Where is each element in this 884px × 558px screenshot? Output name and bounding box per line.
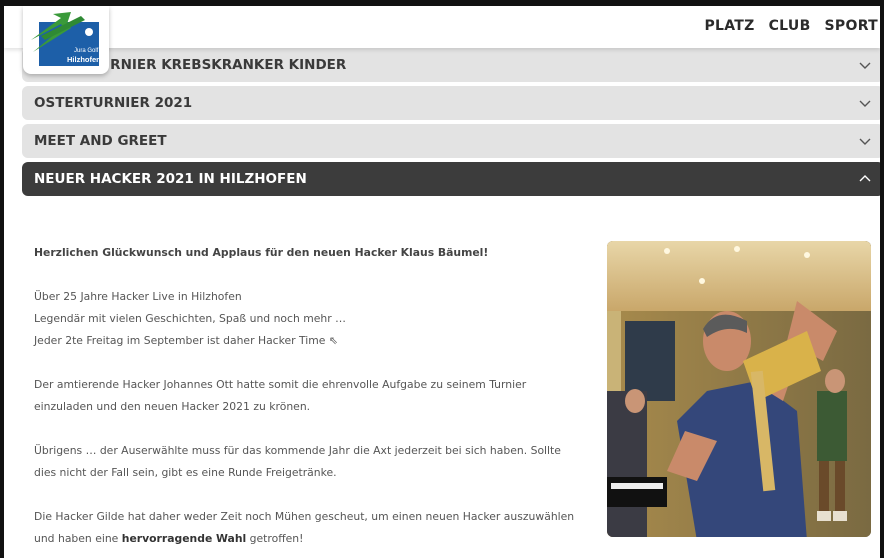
chevron-down-icon (859, 100, 871, 107)
accordion-item-turnier-krebskranker-kinder[interactable]: TURNIER KREBSKRANKER KINDER (22, 48, 880, 82)
chevron-down-icon (859, 138, 871, 145)
nav-item-sport[interactable]: SPORT (825, 18, 878, 34)
accordion-item-neuer-hacker-2021[interactable]: NEUER HACKER 2021 IN HILZHOFEN (22, 162, 880, 196)
paragraph-line: Jeder 2te Freitag im September ist daher… (34, 334, 338, 347)
intro-text: Herzlichen Glückwunsch und Applaus für d… (34, 246, 489, 259)
jura-golf-logo-icon: Jura Golf Hilzhofen (31, 12, 101, 66)
nav-item-club[interactable]: CLUB (769, 18, 811, 34)
site-header: PLATZ CLUB SPORT (4, 6, 880, 48)
accordion-item-meet-and-greet[interactable]: MEET AND GREET (22, 124, 880, 158)
highlight-text: hervorragende Wahl (121, 532, 247, 545)
paragraph-line: Über 25 Jahre Hacker Live in Hilzhofen (34, 290, 242, 303)
paragraph-line: und haben eine hervorragende Wahl getrof… (34, 532, 304, 545)
event-photo (607, 241, 871, 537)
accordion-item-osterturnier-2021[interactable]: OSTERTURNIER 2021 (22, 86, 880, 120)
paragraph-line: Die Hacker Gilde hat daher weder Zeit no… (34, 510, 575, 523)
paragraph-line: dies nicht der Fall sein, gibt es eine R… (34, 466, 337, 479)
main-nav: PLATZ CLUB SPORT (704, 18, 878, 34)
chevron-down-icon (859, 62, 871, 69)
accordion-label: OSTERTURNIER 2021 (34, 95, 193, 111)
paragraph-line: Der amtierende Hacker Johannes Ott hatte… (34, 378, 527, 391)
paragraph-line: einzuladen und den neuen Hacker 2021 zu … (34, 400, 311, 413)
logo-text-1: Jura Golf (74, 48, 99, 54)
paragraph-line: Übrigens … der Auserwählte muss für das … (34, 444, 561, 457)
browser-viewport: PLATZ CLUB SPORT Jura Golf Hilzhofen TUR… (0, 0, 884, 558)
accordion-label: NEUER HACKER 2021 IN HILZHOFEN (34, 171, 307, 187)
chevron-up-icon (859, 175, 871, 182)
logo-text-2: Hilzhofen (67, 55, 101, 64)
nav-item-platz[interactable]: PLATZ (704, 18, 754, 34)
hacker-celebration-photo (607, 241, 871, 537)
accordion-label: MEET AND GREET (34, 133, 167, 149)
accordion-panel-content: Herzlichen Glückwunsch und Applaus für d… (34, 242, 594, 550)
site-logo[interactable]: Jura Golf Hilzhofen (23, 6, 109, 74)
paragraph-line: Legendär mit vielen Geschichten, Spaß un… (34, 312, 346, 325)
